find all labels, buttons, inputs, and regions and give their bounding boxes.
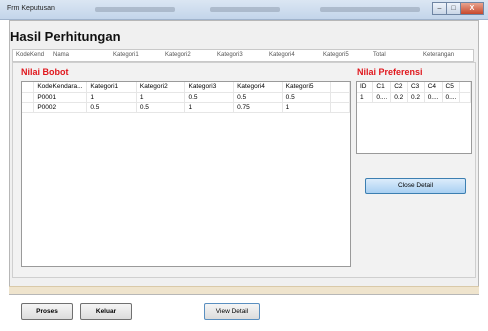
table-cell[interactable]: P0001 [33, 92, 88, 103]
table-row[interactable]: P0002 0.5 0.5 1 0.75 1 [22, 102, 350, 113]
table-row[interactable]: 1 0.... 0.2 0.2 0.... 0.... [357, 92, 471, 103]
blurred-titlebar-area [320, 7, 420, 12]
column-header[interactable]: Kategori2 [136, 82, 186, 93]
strip-col: Kategori5 [323, 52, 349, 58]
strip-col: Nama [53, 52, 70, 58]
strip-col: Keterangan [423, 52, 455, 58]
strip-col: Kategori1 [113, 52, 139, 58]
table-cell[interactable]: P0002 [33, 102, 88, 113]
table-cell[interactable]: 0.5 [282, 92, 332, 103]
table-cell[interactable]: 0.2 [407, 92, 425, 103]
proses-button[interactable]: Proses [21, 303, 73, 320]
table-cell[interactable]: 1 [282, 102, 332, 113]
window-titlebar: Frm Keputusan – □ X [0, 0, 488, 20]
row-header-cell [22, 92, 35, 103]
nilai-preferensi-title: Nilai Preferensi [357, 67, 423, 77]
filler-cell [330, 92, 350, 103]
row-header-cell [22, 102, 35, 113]
strip-col: Kategori4 [269, 52, 295, 58]
nilai-bobot-grid[interactable]: KodeKendara... Kategori1 Kategori2 Kateg… [21, 81, 351, 267]
column-header[interactable]: Kategori3 [184, 82, 235, 93]
column-header[interactable]: C2 [390, 82, 408, 93]
strip-col: Kategori3 [217, 52, 243, 58]
nilai-bobot-title: Nilai Bobot [21, 67, 69, 77]
table-cell[interactable]: 0.5 [86, 102, 137, 113]
strip-col: Total [373, 52, 386, 58]
page-title: Hasil Perhitungan [10, 29, 121, 44]
row-header-cell [22, 82, 35, 93]
strip-col: KodeKend [16, 52, 45, 58]
column-header[interactable]: Kategori5 [282, 82, 332, 93]
blurred-titlebar-area [210, 7, 280, 12]
table-cell[interactable]: 1 [357, 92, 374, 103]
grid-header-row: ID C1 C2 C3 C4 C5 [357, 82, 471, 93]
table-cell[interactable]: 0.... [424, 92, 443, 103]
keluar-button[interactable]: Keluar [80, 303, 132, 320]
table-cell[interactable]: 0.... [442, 92, 461, 103]
table-cell[interactable]: 0.5 [136, 102, 186, 113]
column-header[interactable]: Kategori1 [86, 82, 137, 93]
column-header[interactable]: C1 [372, 82, 392, 93]
table-cell[interactable]: 1 [184, 102, 235, 113]
table-cell[interactable]: 1 [86, 92, 137, 103]
maximize-button[interactable]: □ [446, 2, 461, 15]
table-cell[interactable]: 0.5 [233, 92, 283, 103]
filler-cell [459, 82, 471, 93]
table-cell[interactable]: 0.75 [233, 102, 283, 113]
filler-cell [330, 102, 350, 113]
column-header[interactable]: C3 [407, 82, 425, 93]
view-detail-button[interactable]: View Detail [204, 303, 260, 320]
hasil-header-strip: KodeKend Nama Kategori1 Kategori2 Katego… [12, 49, 474, 62]
table-cell[interactable]: 0.2 [390, 92, 408, 103]
grid-header-row: KodeKendara... Kategori1 Kategori2 Kateg… [22, 82, 350, 93]
close-window-button[interactable]: X [460, 2, 484, 15]
column-header[interactable]: Kategori4 [233, 82, 283, 93]
table-cell[interactable]: 0.5 [184, 92, 235, 103]
bottom-divider [9, 286, 479, 294]
column-header[interactable]: KodeKendara... [33, 82, 88, 93]
close-detail-button[interactable]: Close Detail [365, 178, 466, 194]
table-row[interactable]: P0001 1 1 0.5 0.5 0.5 [22, 92, 350, 103]
nilai-preferensi-grid[interactable]: ID C1 C2 C3 C4 C5 1 0.... 0.2 0.2 0.... … [356, 81, 472, 154]
filler-cell [330, 82, 350, 93]
strip-col: Kategori2 [165, 52, 191, 58]
window-title: Frm Keputusan [7, 5, 55, 12]
blurred-titlebar-area [95, 7, 175, 12]
column-header[interactable]: C4 [424, 82, 443, 93]
minimize-button[interactable]: – [432, 2, 447, 15]
table-cell[interactable]: 1 [136, 92, 186, 103]
column-header[interactable]: ID [357, 82, 374, 93]
window-controls: – □ X [432, 2, 484, 15]
column-header[interactable]: C5 [442, 82, 461, 93]
table-cell[interactable]: 0.... [372, 92, 392, 103]
filler-cell [459, 92, 471, 103]
